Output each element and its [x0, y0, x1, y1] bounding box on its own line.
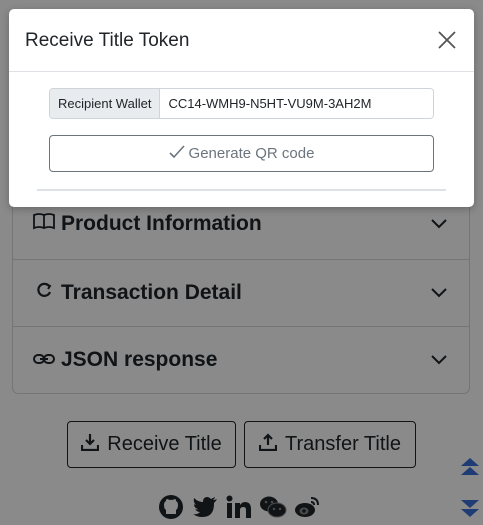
generate-qr-label: Generate QR code [188, 145, 315, 162]
recipient-wallet-label: Recipient Wallet [50, 89, 161, 118]
modal-header: Receive Title Token [9, 9, 474, 72]
close-icon[interactable] [436, 29, 458, 51]
check-icon [168, 144, 185, 163]
modal-divider [37, 189, 446, 191]
modal-title: Receive Title Token [25, 30, 190, 51]
generate-qr-button[interactable]: Generate QR code [49, 135, 434, 172]
recipient-wallet-group: Recipient Wallet [49, 88, 434, 119]
recipient-wallet-input[interactable] [160, 89, 433, 118]
receive-title-modal: Receive Title Token Recipient Wallet Gen… [9, 9, 474, 207]
